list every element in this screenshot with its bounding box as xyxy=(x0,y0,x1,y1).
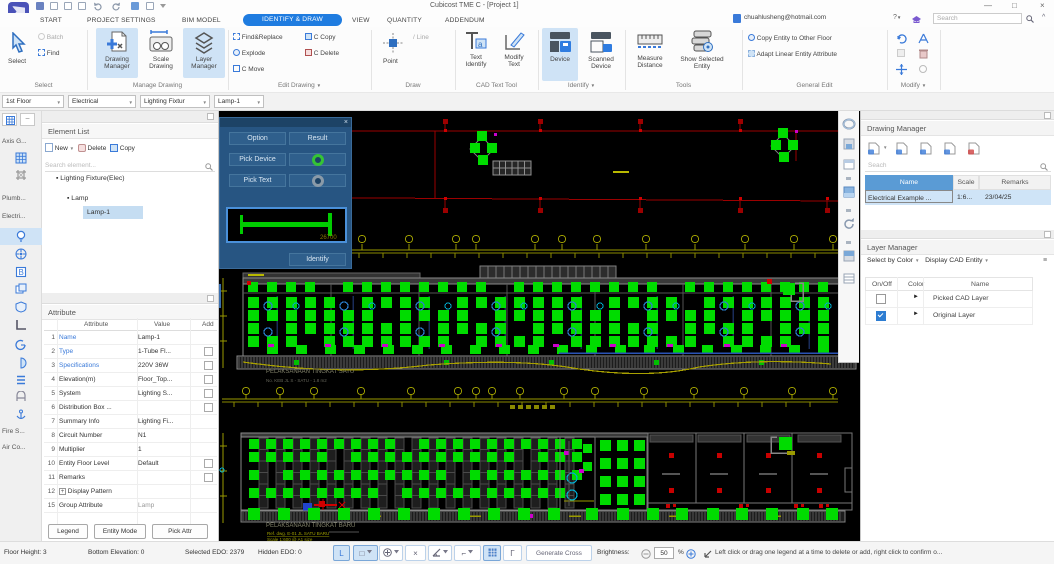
svg-text:PELAKSANAAN TINGKAT SATU: PELAKSANAAN TINGKAT SATU xyxy=(266,369,354,375)
svg-text:B: B xyxy=(19,268,24,277)
svg-text:a: a xyxy=(478,40,483,49)
svg-text:No. KEB JL S - SATU - 1.8 m2: No. KEB JL S - SATU - 1.8 m2 xyxy=(266,378,327,383)
svg-text:26700: 26700 xyxy=(320,235,337,241)
svg-text:Ref. dwg. E-01 JL SATU BARU: Ref. dwg. E-01 JL SATU BARU xyxy=(267,531,329,536)
svg-text:PELAKSANAAN TINGKAT BARU: PELAKSANAAN TINGKAT BARU xyxy=(266,523,355,529)
